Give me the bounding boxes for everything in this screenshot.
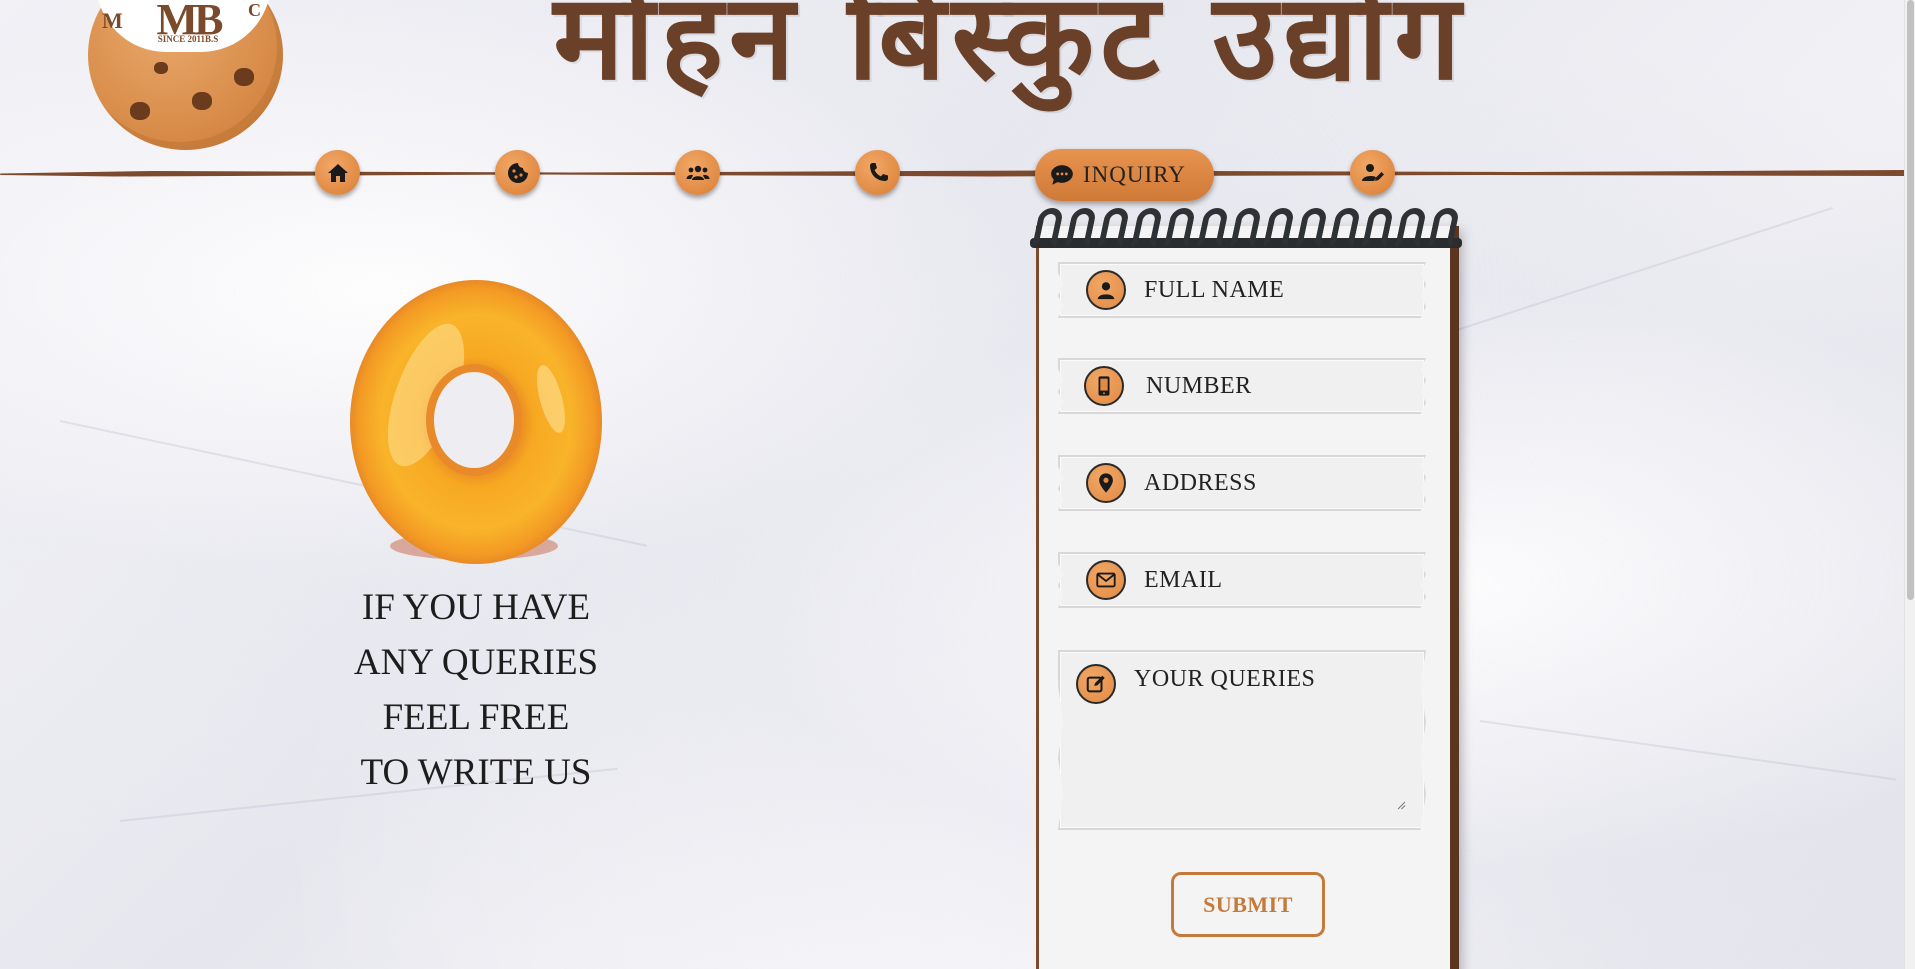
cookie-icon <box>507 162 528 183</box>
user-edit-icon <box>1361 163 1384 181</box>
tagline-line: ANY QUERIES <box>353 642 599 683</box>
full-name-field[interactable]: FULL NAME <box>1058 262 1426 318</box>
mobile-icon <box>1084 366 1124 406</box>
edit-icon <box>1076 664 1116 704</box>
number-field[interactable]: NUMBER <box>1058 358 1426 414</box>
address-placeholder: ADDRESS <box>1144 469 1257 496</box>
submit-button[interactable]: SUBMIT <box>1171 872 1325 937</box>
comment-icon <box>1051 165 1073 185</box>
paper-crease <box>1479 720 1897 781</box>
brand-title: मोहन बिस्कुट उद्योग <box>553 0 1467 106</box>
envelope-icon <box>1086 560 1126 600</box>
nav-products-button[interactable] <box>495 150 540 195</box>
tagline-line: TO WRITE US <box>360 752 592 793</box>
tagline-line: IF YOU HAVE <box>361 587 591 628</box>
scrollbar-thumb[interactable] <box>1907 0 1914 600</box>
queries-placeholder: YOUR QUERIES <box>1134 666 1316 692</box>
user-icon <box>1086 270 1126 310</box>
email-placeholder: EMAIL <box>1144 566 1223 593</box>
users-icon <box>686 165 709 180</box>
nav-inquiry-label: INQUIRY <box>1083 162 1186 187</box>
cookie-chip <box>234 68 254 86</box>
logo-edge-letter: C <box>248 0 261 20</box>
number-placeholder: NUMBER <box>1146 372 1252 399</box>
email-field[interactable]: EMAIL <box>1058 552 1426 608</box>
home-icon <box>327 163 348 182</box>
logo-edge-letter: M <box>102 8 123 33</box>
nav-home-button[interactable] <box>315 150 360 195</box>
page-scrollbar[interactable] <box>1904 0 1915 969</box>
nav-inquiry-button[interactable]: INQUIRY <box>1035 149 1214 201</box>
resize-handle-icon[interactable] <box>1396 800 1406 810</box>
nav-line <box>0 170 1905 177</box>
address-field[interactable]: ADDRESS <box>1058 455 1426 511</box>
nav-account-button[interactable] <box>1350 150 1395 195</box>
phone-icon <box>869 162 888 181</box>
inquiry-tagline: IF YOU HAVE ANY QUERIES FEEL FREE TO WRI… <box>300 580 652 800</box>
queries-textarea[interactable]: YOUR QUERIES <box>1058 650 1426 830</box>
location-pin-icon <box>1086 463 1126 503</box>
cookie-chip <box>130 102 150 120</box>
cookie-chip <box>154 62 168 74</box>
full-name-placeholder: FULL NAME <box>1144 276 1285 303</box>
nav-contact-button[interactable] <box>855 150 900 195</box>
logo[interactable]: M C MB SINCE 2011B.S <box>88 0 283 150</box>
donut-icon <box>348 278 604 568</box>
logo-since: SINCE 2011B.S <box>157 34 219 44</box>
notebook-spiral <box>1030 208 1462 250</box>
nav-team-button[interactable] <box>675 150 720 195</box>
cookie-chip <box>192 92 212 110</box>
donut-hole <box>426 364 522 476</box>
tagline-line: FEEL FREE <box>382 697 570 738</box>
